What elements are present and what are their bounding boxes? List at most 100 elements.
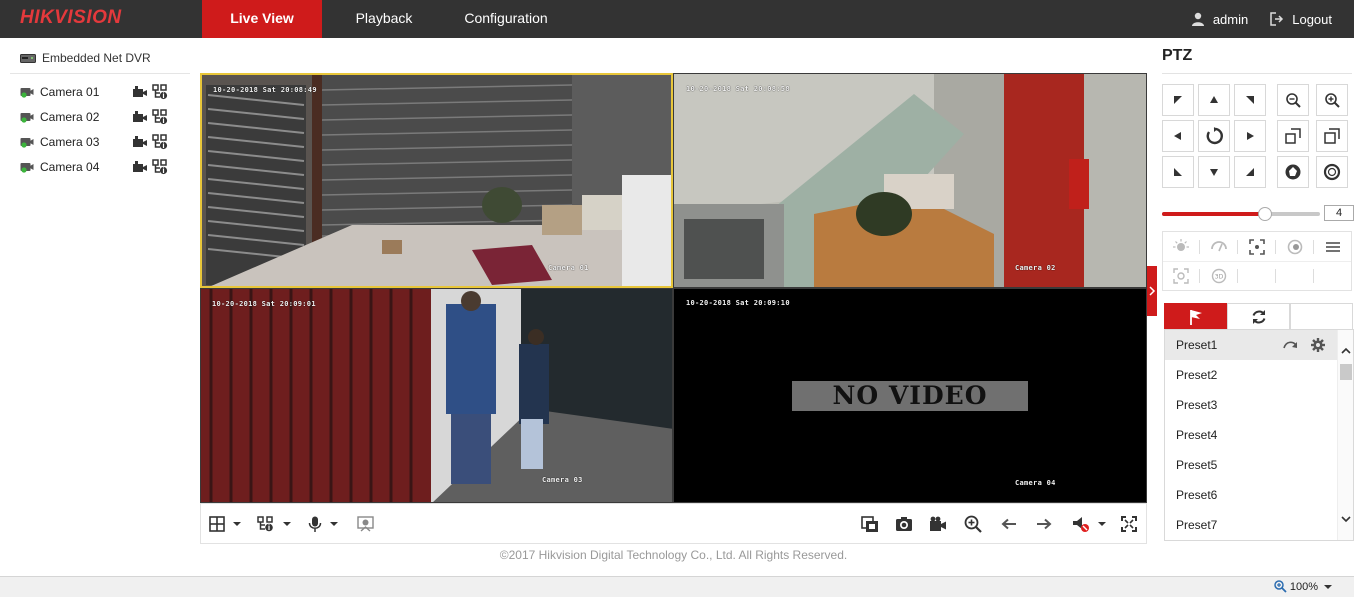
preset-label: Preset1 (1176, 338, 1218, 352)
enable-ezoom-button[interactable] (357, 514, 374, 534)
tab-pattern[interactable] (1290, 303, 1353, 330)
ptz-speed-slider[interactable] (1162, 207, 1320, 221)
manual-tracking-button[interactable] (1169, 266, 1193, 286)
ptz-down-button[interactable] (1198, 156, 1230, 188)
user-menu[interactable]: admin (1191, 12, 1248, 27)
next-page-button[interactable] (1036, 514, 1052, 534)
fn-divider (1237, 269, 1238, 283)
camera-node-01[interactable]: Camera 01 (20, 82, 180, 102)
logout-label: Logout (1292, 11, 1332, 27)
record-icon (930, 516, 946, 531)
tab-presets[interactable] (1164, 303, 1227, 330)
ptz-speed-fill (1162, 212, 1265, 216)
preset-item-5[interactable]: Preset5 (1165, 450, 1337, 480)
tab-playback[interactable]: Playback (322, 0, 446, 38)
camera-tree: Embedded Net DVR Camera 01 Camera 02 Cam… (0, 38, 200, 578)
ptz-auto-scan-button[interactable] (1198, 120, 1230, 152)
preset-item-7[interactable]: Preset7 (1165, 510, 1337, 540)
fn-divider (1313, 269, 1314, 283)
video-tile-2[interactable]: 10-20-2018 Sat 20:08:58 Camera 02 (673, 73, 1147, 288)
audio-talk-button[interactable] (308, 514, 340, 534)
video-tile-1[interactable]: 10-20-2018 Sat 20:08:49 Camera 01 (200, 73, 673, 288)
light-button[interactable] (1169, 237, 1193, 257)
previous-page-button[interactable] (1001, 514, 1017, 534)
ptz-up-right-button[interactable] (1234, 84, 1266, 116)
more-menu-button[interactable] (1321, 237, 1345, 257)
logout-button[interactable]: Logout (1270, 12, 1332, 27)
ptz-up-button[interactable] (1198, 84, 1230, 116)
ptz-speed-value: 4 (1324, 205, 1354, 221)
gear-icon[interactable] (1311, 338, 1325, 352)
preset-scrollbar[interactable] (1337, 330, 1353, 540)
ptz-info-icon[interactable] (152, 159, 168, 175)
ptz-info-icon[interactable] (152, 109, 168, 125)
3d-positioning-button[interactable]: 3D (1207, 266, 1231, 286)
arrow-right-icon (1247, 132, 1254, 140)
camera-node-02[interactable]: Camera 02 (20, 107, 180, 127)
auxiliary-focus-button[interactable] (1245, 237, 1269, 257)
iris-open-button[interactable] (1277, 156, 1309, 188)
chevron-right-icon (1149, 286, 1156, 296)
scroll-down-icon[interactable] (1341, 514, 1351, 524)
call-preset-icon[interactable] (1283, 338, 1299, 352)
zoom-level-control[interactable]: 100% (1274, 580, 1336, 593)
ptz-function-panel: 3D (1162, 231, 1352, 291)
ptz-info-icon[interactable] (152, 134, 168, 150)
fullscreen-button[interactable] (1121, 514, 1137, 534)
chevron-down-icon (1324, 584, 1332, 589)
preset-item-2[interactable]: Preset2 (1165, 360, 1337, 390)
camera-node-04[interactable]: Camera 04 (20, 157, 180, 177)
preset-item-1[interactable]: Preset1 (1165, 330, 1337, 360)
zoom-in-icon (1325, 93, 1340, 108)
stop-all-preview-button[interactable] (861, 514, 879, 534)
lens-initialization-button[interactable] (1283, 237, 1307, 257)
preset-item-3[interactable]: Preset3 (1165, 390, 1337, 420)
ptz-left-button[interactable] (1162, 120, 1194, 152)
ptz-speed-handle[interactable] (1257, 207, 1272, 221)
light-icon (1173, 239, 1189, 251)
camera-node-03[interactable]: Camera 03 (20, 132, 180, 152)
camera-feed-image (202, 75, 671, 286)
audio-volume-button[interactable] (1072, 514, 1108, 534)
capture-button[interactable] (895, 514, 913, 534)
preset-item-6[interactable]: Preset6 (1165, 480, 1337, 510)
record-icon[interactable] (132, 110, 148, 124)
ptz-up-left-button[interactable] (1162, 84, 1194, 116)
record-icon[interactable] (132, 135, 148, 149)
record-icon[interactable] (132, 85, 148, 99)
ptz-right-button[interactable] (1234, 120, 1266, 152)
digital-zoom-button[interactable] (964, 514, 982, 534)
stream-type-button[interactable] (257, 514, 293, 534)
iris-close-button[interactable] (1316, 156, 1348, 188)
zoom-in-button[interactable] (1316, 84, 1348, 116)
ptz-info-icon[interactable] (152, 84, 168, 100)
tab-patrols[interactable] (1227, 303, 1290, 330)
video-tile-3[interactable]: 10-20-2018 Sat 20:09:01 Camera 03 (200, 288, 673, 503)
arrow-down-icon (1210, 169, 1218, 176)
window-layout-button[interactable] (209, 514, 243, 534)
arrow-down-right-icon (1246, 168, 1254, 176)
ptz-down-left-button[interactable] (1162, 156, 1194, 188)
collapse-ptz-handle[interactable] (1147, 266, 1157, 316)
chevron-down-icon (233, 522, 241, 526)
focus-near-button[interactable] (1277, 120, 1309, 152)
zoom-out-button[interactable] (1277, 84, 1309, 116)
record-icon[interactable] (132, 160, 148, 174)
flag-icon (1189, 309, 1202, 325)
iris-open-icon (1285, 164, 1301, 180)
tab-live-view[interactable]: Live View (202, 0, 322, 38)
scroll-up-icon[interactable] (1341, 346, 1351, 356)
tab-configuration[interactable]: Configuration (446, 0, 566, 38)
scroll-thumb[interactable] (1340, 364, 1352, 380)
focus-far-button[interactable] (1316, 120, 1348, 152)
video-tile-4[interactable]: 10-20-2018 Sat 20:09:10 NO VIDEO Camera … (673, 288, 1147, 503)
camera-label: Camera 04 (40, 160, 100, 174)
wiper-button[interactable] (1207, 237, 1231, 257)
fn-row-divider (1163, 261, 1351, 262)
ptz-down-right-button[interactable] (1234, 156, 1266, 188)
camera-feed-image (674, 74, 1146, 287)
preset-item-4[interactable]: Preset4 (1165, 420, 1337, 450)
record-all-button[interactable] (929, 514, 947, 534)
fn-divider (1275, 240, 1276, 254)
device-node[interactable]: Embedded Net DVR (20, 51, 151, 65)
